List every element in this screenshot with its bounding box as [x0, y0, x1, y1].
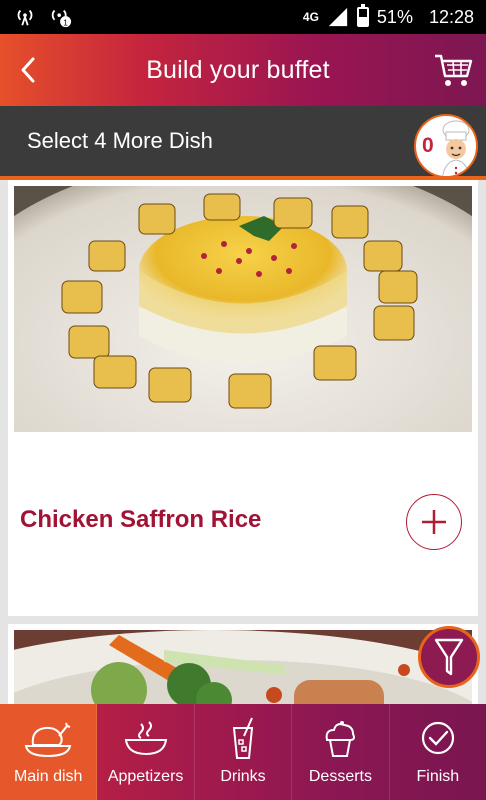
- tab-label: Main dish: [13, 768, 83, 785]
- filter-button[interactable]: [418, 626, 480, 688]
- plus-icon: [422, 510, 446, 534]
- chevron-left-icon: [21, 57, 35, 83]
- dish-photo: [14, 630, 472, 704]
- cart-icon: [435, 54, 473, 86]
- dish-list[interactable]: Chicken Saffron Rice: [0, 180, 486, 704]
- chicken-icon: [24, 722, 72, 758]
- tab-main-dish[interactable]: Main dish: [0, 704, 98, 800]
- tab-appetizers[interactable]: Appetizers: [97, 704, 195, 800]
- selected-count: 0: [422, 134, 434, 157]
- network-type: 4G: [302, 10, 319, 24]
- dish-card[interactable]: Chicken Saffron Rice: [8, 180, 478, 616]
- tab-finish[interactable]: Finish: [390, 704, 486, 800]
- dish-card[interactable]: [8, 624, 478, 704]
- wireless-hotspot-icon: [17, 9, 33, 26]
- bottom-tab-bar: Main dish Appetizers Drinks Desserts Fin…: [0, 704, 486, 800]
- cupcake-icon: [326, 721, 356, 757]
- battery-percent: 51%: [376, 6, 413, 27]
- tab-label: Desserts: [308, 768, 372, 785]
- check-circle-icon: [421, 721, 454, 755]
- status-bar: 1 4G 51% 12:28: [0, 0, 486, 34]
- chef-badge[interactable]: 0: [414, 114, 478, 178]
- dish-photo: [14, 186, 472, 432]
- dishes-remaining-label: Select 4 More Dish: [27, 128, 213, 153]
- svg-text:1: 1: [63, 18, 68, 27]
- page-title: Build your buffet: [146, 55, 330, 84]
- app-screen: 1 4G 51% 12:28 Build your buffet Select …: [0, 0, 486, 800]
- clock: 12:28: [428, 6, 474, 27]
- signal-icon: [328, 7, 348, 27]
- dish-counter-bar: Select 4 More Dish 0: [0, 106, 486, 180]
- tab-desserts[interactable]: Desserts: [292, 704, 390, 800]
- filter-icon: [434, 638, 464, 676]
- tab-drinks[interactable]: Drinks: [195, 704, 293, 800]
- tab-label: Finish: [416, 768, 460, 785]
- app-header: Build your buffet: [0, 34, 486, 106]
- bowl-icon: [124, 721, 167, 756]
- add-dish-button[interactable]: [406, 494, 462, 550]
- drink-icon: [232, 717, 254, 759]
- hotspot-notification-icon: 1: [51, 9, 72, 27]
- dish-name: Chicken Saffron Rice: [20, 506, 262, 533]
- battery-icon: [356, 4, 369, 27]
- tab-label: Drinks: [220, 768, 266, 785]
- tab-label: Appetizers: [107, 768, 184, 785]
- cart-button[interactable]: [420, 34, 486, 106]
- back-button[interactable]: [0, 34, 56, 106]
